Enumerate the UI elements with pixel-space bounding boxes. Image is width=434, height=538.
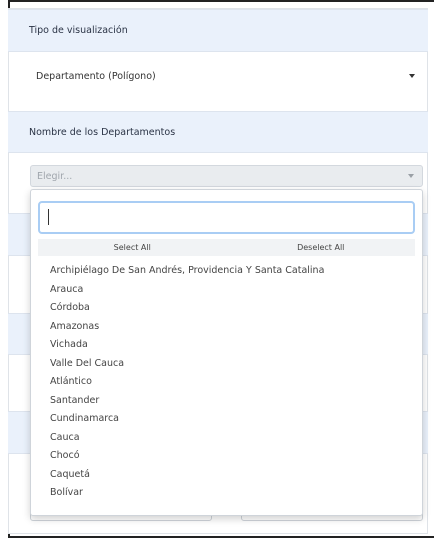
- chevron-down-icon: [409, 74, 415, 78]
- department-option[interactable]: Arauca: [50, 281, 410, 300]
- section-title-tipo: Tipo de visualización: [29, 25, 128, 36]
- department-option[interactable]: Chocó: [50, 447, 410, 466]
- visualization-type-value: Departamento (Polígono): [36, 70, 156, 82]
- select-actions: Select All Deselect All: [38, 239, 415, 256]
- section-header-departamentos: Nombre de los Departamentos: [8, 111, 428, 153]
- section-title-departamentos: Nombre de los Departamentos: [29, 126, 176, 138]
- department-option[interactable]: Bolívar: [50, 484, 410, 503]
- department-option[interactable]: Cauca: [50, 429, 410, 448]
- department-option[interactable]: Caquetá: [50, 466, 410, 485]
- select-all-button[interactable]: Select All: [38, 239, 227, 256]
- visualization-type-select[interactable]: Departamento (Polígono): [30, 65, 423, 87]
- department-option[interactable]: Santander: [50, 392, 410, 411]
- department-option[interactable]: Amazonas: [50, 318, 410, 337]
- department-option[interactable]: Córdoba: [50, 299, 410, 318]
- departments-placeholder: Elegir...: [37, 170, 73, 182]
- departments-dropdown-menu: Select All Deselect All Archipiélago De …: [30, 189, 423, 516]
- department-option[interactable]: Vichada: [50, 336, 410, 355]
- department-option[interactable]: Atlántico: [50, 373, 410, 392]
- department-option[interactable]: Cundinamarca: [50, 410, 410, 429]
- department-option[interactable]: Archipiélago De San Andrés, Providencia …: [50, 262, 410, 281]
- dropdown-search-input[interactable]: [38, 201, 415, 234]
- deselect-all-button[interactable]: Deselect All: [227, 239, 416, 256]
- chevron-down-icon: [408, 174, 414, 178]
- section-header-tipo: Tipo de visualización: [8, 9, 428, 52]
- departments-multiselect[interactable]: Elegir...: [30, 165, 423, 187]
- department-options-list: Archipiélago De San Andrés, Providencia …: [50, 262, 410, 503]
- text-cursor: [48, 209, 49, 225]
- department-option[interactable]: Valle Del Cauca: [50, 355, 410, 374]
